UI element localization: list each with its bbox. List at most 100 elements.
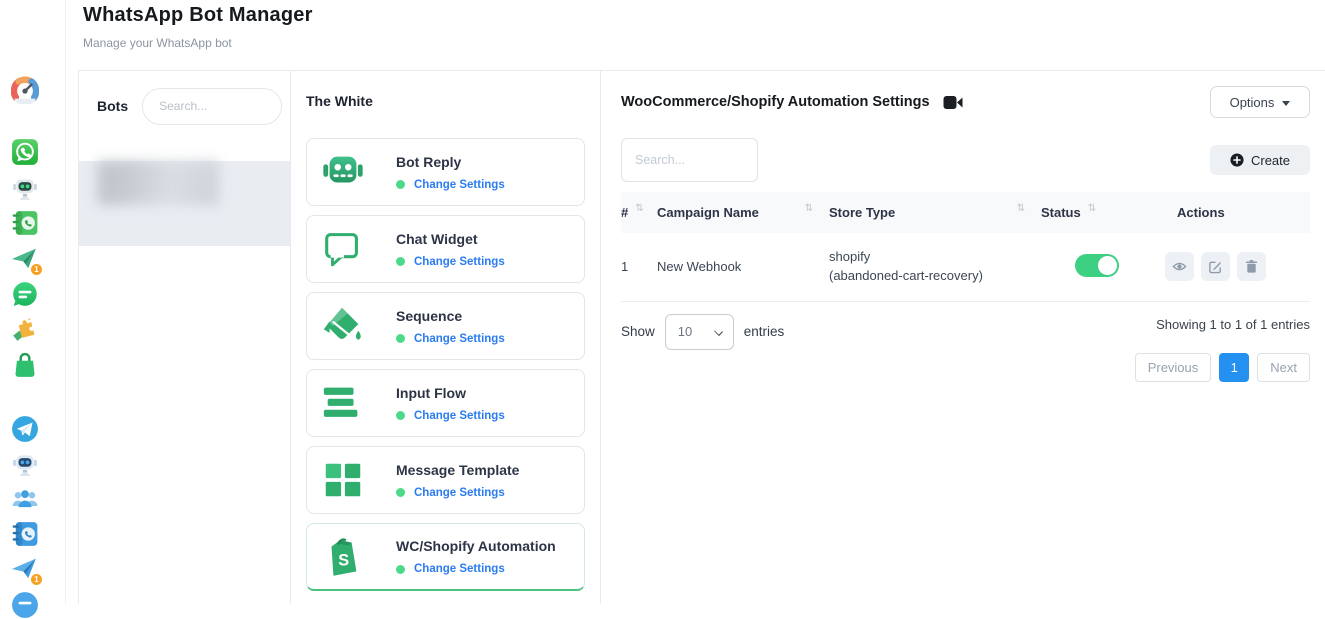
- sort-icon[interactable]: ⇅: [1088, 203, 1096, 214]
- dashboard-icon[interactable]: [11, 76, 39, 104]
- change-settings-link[interactable]: Change Settings: [414, 487, 505, 499]
- plus-circle-icon: [1230, 153, 1244, 167]
- trash-icon: [1244, 259, 1259, 274]
- change-settings-link[interactable]: Change Settings: [414, 563, 505, 575]
- telegram-bot-icon[interactable]: [11, 450, 39, 478]
- table-search-input[interactable]: [621, 138, 758, 182]
- campaign-badge: 1: [30, 263, 43, 276]
- feature-card-chat-widget[interactable]: Chat Widget Change Settings: [306, 215, 585, 283]
- integrations-icon[interactable]: [11, 315, 39, 343]
- whatsapp-chat-icon[interactable]: [11, 280, 39, 308]
- current-page-button[interactable]: 1: [1219, 353, 1249, 382]
- delete-button[interactable]: [1237, 252, 1266, 281]
- page-header: WhatsApp Bot Manager Manage your WhatsAp…: [83, 4, 313, 50]
- column-header-status[interactable]: Status ⇅: [1041, 205, 1137, 220]
- whatsapp-bot-icon[interactable]: [11, 174, 39, 202]
- pagination: Previous 1 Next: [1135, 353, 1310, 382]
- bot-list-item-selected[interactable]: [79, 161, 290, 246]
- status-dot: [396, 565, 405, 574]
- bars-icon: [320, 380, 366, 426]
- table-footer: Show 10 entries Showing 1 to 1 of 1 entr…: [621, 314, 1310, 382]
- store-type-cell: shopify (abandoned-cart-recovery): [829, 248, 1041, 286]
- column-header-index[interactable]: # ⇅: [621, 205, 657, 220]
- telegram-campaign-icon[interactable]: 1: [11, 555, 39, 583]
- feature-title: Sequence: [396, 308, 462, 324]
- robot-icon: [320, 149, 366, 195]
- change-settings-link[interactable]: Change Settings: [414, 333, 505, 345]
- grid-icon: [320, 457, 366, 503]
- automation-table: # ⇅ Campaign Name ⇅ Store Type ⇅ Status …: [621, 192, 1310, 302]
- feature-title: WC/Shopify Automation: [396, 538, 556, 554]
- feature-card-wc-shopify-automation[interactable]: S WC/Shopify Automation Change Settings: [306, 523, 585, 591]
- column-header-store-type[interactable]: Store Type ⇅: [829, 205, 1041, 220]
- sort-icon[interactable]: ⇅: [1017, 203, 1025, 214]
- status-dot: [396, 411, 405, 420]
- page-title: WhatsApp Bot Manager: [83, 4, 313, 27]
- column-header-actions: Actions: [1137, 205, 1310, 220]
- entries-label: entries: [744, 324, 785, 339]
- edit-icon: [1208, 259, 1223, 274]
- chevron-down-icon: [714, 327, 723, 336]
- telegram-contacts-icon[interactable]: [11, 520, 39, 548]
- feature-title: Bot Reply: [396, 154, 461, 170]
- create-button-label: Create: [1251, 153, 1290, 168]
- app-icon-rail: 1: [0, 0, 66, 604]
- change-settings-link[interactable]: Change Settings: [414, 179, 505, 191]
- content-container: Bots The White: [78, 70, 1325, 604]
- bots-panel-header: Bots: [79, 71, 290, 141]
- options-button[interactable]: Options: [1210, 86, 1310, 118]
- automation-settings-panel: WooCommerce/Shopify Automation Settings …: [601, 71, 1325, 604]
- edit-button[interactable]: [1201, 252, 1230, 281]
- view-button[interactable]: [1165, 252, 1194, 281]
- feature-title: Input Flow: [396, 385, 466, 401]
- change-settings-link[interactable]: Change Settings: [414, 256, 505, 268]
- feature-card-input-flow[interactable]: Input Flow Change Settings: [306, 369, 585, 437]
- toggle-knob: [1098, 256, 1117, 275]
- show-label: Show: [621, 324, 655, 339]
- whatsapp-icon[interactable]: [11, 138, 39, 166]
- store-icon[interactable]: [11, 351, 39, 379]
- sort-icon[interactable]: ⇅: [635, 203, 643, 214]
- next-page-button[interactable]: Next: [1257, 353, 1310, 382]
- status-dot: [396, 334, 405, 343]
- create-button[interactable]: Create: [1210, 145, 1310, 175]
- page-size-value: 10: [678, 324, 692, 339]
- features-panel: The White Bot Reply: [291, 71, 601, 604]
- column-header-campaign-name[interactable]: Campaign Name ⇅: [657, 205, 829, 220]
- whatsapp-contacts-icon[interactable]: [11, 209, 39, 237]
- bots-label: Bots: [97, 98, 128, 114]
- row-index: 1: [621, 259, 657, 274]
- previous-page-button[interactable]: Previous: [1135, 353, 1212, 382]
- telegram-team-icon[interactable]: [11, 485, 39, 513]
- video-tutorial-icon[interactable]: [943, 95, 963, 110]
- paint-bucket-icon: [320, 303, 366, 349]
- actions-cell: [1137, 252, 1310, 281]
- bot-name-redacted: [97, 161, 219, 205]
- telegram-icon[interactable]: [11, 415, 39, 443]
- feature-card-sequence[interactable]: Sequence Change Settings: [306, 292, 585, 360]
- feature-card-message-template[interactable]: Message Template Change Settings: [306, 446, 585, 514]
- bots-search-input[interactable]: [142, 88, 282, 125]
- svg-text:S: S: [338, 551, 349, 569]
- eye-icon: [1172, 259, 1187, 274]
- table-row: 1 New Webhook shopify (abandoned-cart-re…: [621, 233, 1310, 302]
- whatsapp-campaign-icon[interactable]: 1: [11, 245, 39, 273]
- page-size-select[interactable]: 10: [665, 314, 734, 350]
- feature-card-bot-reply[interactable]: Bot Reply Change Settings: [306, 138, 585, 206]
- panel-title: WooCommerce/Shopify Automation Settings: [621, 94, 930, 110]
- campaign-badge: 1: [30, 573, 43, 586]
- feature-title: Message Template: [396, 462, 519, 478]
- telegram-chat-icon[interactable]: [11, 591, 39, 619]
- status-toggle[interactable]: [1075, 254, 1119, 277]
- status-dot: [396, 488, 405, 497]
- options-button-label: Options: [1230, 95, 1275, 110]
- feature-title: Chat Widget: [396, 231, 478, 247]
- bot-name-title: The White: [306, 93, 585, 109]
- status-dot: [396, 257, 405, 266]
- change-settings-link[interactable]: Change Settings: [414, 410, 505, 422]
- showing-entries-text: Showing 1 to 1 of 1 entries: [1156, 317, 1310, 332]
- campaign-name-cell: New Webhook: [657, 259, 829, 274]
- page-subtitle: Manage your WhatsApp bot: [83, 36, 313, 50]
- sort-icon[interactable]: ⇅: [805, 203, 813, 214]
- table-header-row: # ⇅ Campaign Name ⇅ Store Type ⇅ Status …: [621, 192, 1310, 233]
